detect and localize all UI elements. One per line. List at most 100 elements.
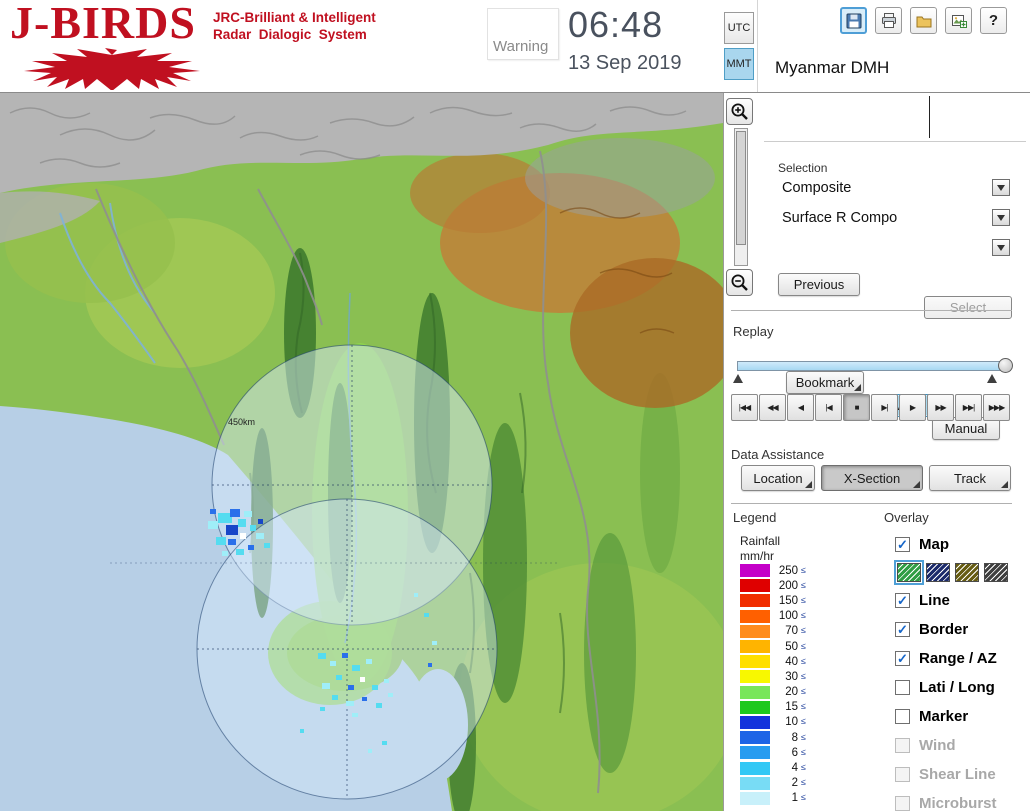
legend-lte-sign: ≤ — [801, 640, 806, 651]
overlay-item-marker[interactable]: Marker — [895, 702, 1029, 731]
utc-button[interactable]: UTC — [724, 12, 754, 44]
logo-title: J-BIRDS — [10, 0, 196, 48]
help-button[interactable]: ? — [980, 7, 1007, 34]
clock-time: 06:48 — [568, 4, 664, 45]
composite-dropdown[interactable]: Composite — [780, 177, 1010, 201]
previous-button[interactable]: Previous — [778, 273, 860, 296]
save-button[interactable] — [840, 7, 867, 34]
rewind-button[interactable]: ◀◀ — [759, 394, 786, 421]
checkbox[interactable]: ✓ — [895, 537, 910, 552]
radar-map[interactable]: 450km — [0, 93, 723, 811]
da-x-section-button[interactable]: X-Section — [821, 465, 923, 491]
zoom-slider-thumb[interactable] — [736, 131, 746, 245]
legend-lte-sign: ≤ — [801, 746, 806, 757]
checkbox[interactable] — [895, 709, 910, 724]
step-forward-button[interactable]: ▶| — [871, 394, 898, 421]
overlay-item-label: Microburst — [919, 795, 997, 811]
print-button[interactable] — [875, 7, 902, 34]
legend-title: Rainfall — [740, 534, 781, 548]
overlay-item-label: Wind — [919, 737, 956, 754]
logo-subtitle-line2: Radar Dialogic System — [213, 26, 367, 42]
da-location-button[interactable]: Location — [741, 465, 815, 491]
da-track-button[interactable]: Track — [929, 465, 1011, 491]
header: J-BIRDS JRC-Brilliant & Intelligent Radar… — [0, 0, 1030, 93]
legend-lte-sign: ≤ — [801, 777, 806, 788]
overlay-item-label: Line — [919, 592, 950, 609]
legend-lte-sign: ≤ — [801, 686, 806, 697]
skip-to-end-button[interactable]: ▶▶| — [955, 394, 982, 421]
legend-value: 30 — [785, 670, 798, 683]
overlay-item-line[interactable]: ✓ Line — [895, 586, 1029, 615]
replay-label: Replay — [733, 324, 774, 339]
capture-image-button[interactable] — [945, 7, 972, 34]
legend-value: 100 — [778, 610, 798, 623]
legend-color-swatch — [740, 791, 770, 805]
legend-lte-sign: ≤ — [801, 625, 806, 636]
checkbox[interactable]: ✓ — [895, 622, 910, 637]
zoom-in-button[interactable] — [726, 98, 753, 125]
select-button[interactable]: Select — [924, 296, 1012, 319]
replay-timeline-slider[interactable] — [737, 358, 1013, 373]
checkbox[interactable]: ✓ — [895, 651, 910, 666]
timeline-end-marker — [987, 374, 997, 383]
timezone-toggle: UTC MMT — [724, 12, 754, 84]
right-panel: Selection Composite Surface R Compo Prev… — [723, 93, 1030, 811]
legend-row: 4 ≤ — [740, 760, 806, 775]
overlay-item-label: Marker — [919, 708, 969, 725]
overlay-item-map[interactable]: ✓ Map — [895, 530, 1029, 559]
legend-lte-sign: ≤ — [801, 594, 806, 605]
site-info-box — [764, 93, 1026, 142]
option-dropdown[interactable] — [780, 237, 1010, 261]
product-dropdown-value: Surface R Compo — [782, 210, 898, 226]
legend-color-swatch — [740, 640, 770, 654]
open-folder-button[interactable] — [910, 7, 937, 34]
map-color-swatch[interactable] — [926, 562, 950, 582]
overlay-item-label: Border — [919, 621, 969, 638]
map-color-swatch[interactable] — [955, 562, 979, 582]
zoom-slider[interactable] — [734, 128, 748, 266]
checkbox[interactable] — [895, 680, 910, 695]
checkbox[interactable]: ✓ — [895, 593, 910, 608]
step-back-button[interactable]: |◀ — [815, 394, 842, 421]
legend-value: 1 — [791, 792, 798, 805]
map-color-swatch[interactable] — [984, 562, 1008, 582]
overlay-item-border[interactable]: ✓ Border — [895, 615, 1029, 644]
play-button[interactable]: ▶ — [899, 394, 926, 421]
legend-value: 70 — [785, 625, 798, 638]
legend-row: 1 ≤ — [740, 791, 806, 806]
composite-dropdown-arrow[interactable] — [992, 179, 1010, 196]
logo-subtitle-line1: JRC-Brilliant & Intelligent — [213, 10, 376, 25]
separator — [731, 310, 1012, 311]
mmt-button[interactable]: MMT — [724, 48, 754, 80]
product-dropdown[interactable]: Surface R Compo — [780, 207, 1010, 231]
legend-value: 250 — [778, 564, 798, 577]
warning-label: Warning — [493, 38, 549, 55]
product-dropdown-arrow[interactable] — [992, 209, 1010, 226]
overlay-color-swatches — [894, 559, 1029, 585]
legend-value: 40 — [785, 655, 798, 668]
checkbox — [895, 796, 910, 811]
bookmark-button[interactable]: Bookmark — [786, 371, 864, 394]
legend-lte-sign: ≤ — [801, 731, 806, 742]
legend-value: 50 — [785, 640, 798, 653]
map-color-swatch[interactable] — [894, 559, 924, 585]
legend-value: 10 — [785, 716, 798, 729]
da-buttons: Location X-Section Track — [741, 465, 1011, 491]
play-backward-button[interactable]: ◀ — [787, 394, 814, 421]
legend-color-swatch — [740, 579, 770, 593]
zoom-out-button[interactable] — [726, 269, 753, 296]
replay-slider-thumb[interactable] — [998, 358, 1013, 373]
jbirds-app: J-BIRDS JRC-Brilliant & Intelligent Radar… — [0, 0, 1030, 811]
overlay-item-lati-long[interactable]: Lati / Long — [895, 673, 1029, 702]
skip-to-start-button[interactable]: |◀◀ — [731, 394, 758, 421]
option-dropdown-arrow[interactable] — [992, 239, 1010, 256]
fast-forward-button[interactable]: ▶▶ — [927, 394, 954, 421]
map-svg: 450km — [0, 93, 723, 811]
separator — [731, 503, 1012, 504]
data-assistance-label: Data Assistance — [731, 447, 825, 462]
legend-row: 150 ≤ — [740, 593, 806, 608]
stop-button[interactable]: ■ — [843, 394, 870, 421]
go-latest-button[interactable]: ▶▶▶ — [983, 394, 1010, 421]
overlay-item-label: Lati / Long — [919, 679, 995, 696]
overlay-item-range-az[interactable]: ✓ Range / AZ — [895, 644, 1029, 673]
